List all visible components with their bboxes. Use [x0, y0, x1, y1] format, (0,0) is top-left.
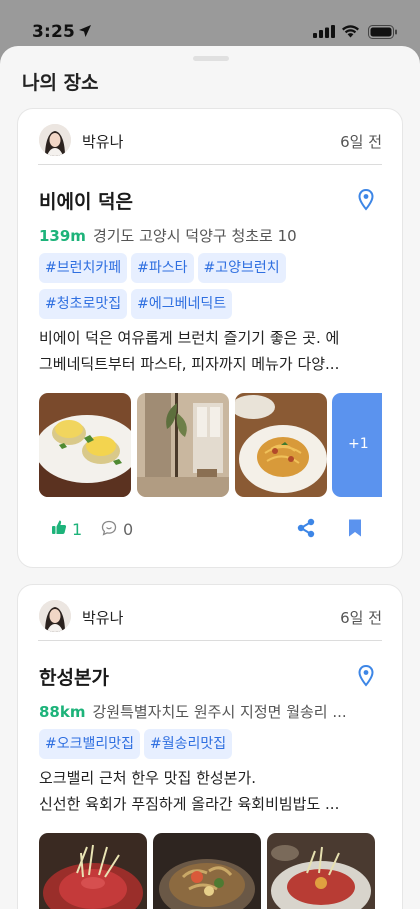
- distance: 88km: [39, 703, 86, 721]
- side-dish-photo[interactable]: [267, 833, 375, 909]
- bookmark-icon[interactable]: [347, 518, 363, 538]
- description-line: 비에이 덕은 여유롭게 브런치 즐기기 좋은 곳. 에: [39, 329, 340, 347]
- description-line: 신선한 육회가 푸짐하게 올라간 육회비빔밥도 ...: [39, 795, 340, 813]
- tag-chip[interactable]: #파스타: [131, 253, 194, 283]
- description-line: 그베네딕트부터 파스타, 피자까지 메뉴가 다양...: [39, 355, 340, 373]
- post-actions: 1 0: [39, 515, 382, 545]
- place-name[interactable]: 비에이 덕은: [39, 187, 133, 214]
- thumbs-up-icon[interactable]: [51, 519, 67, 535]
- distance-address-row: 139m 경기도 고양시 덕양구 청초로 10: [39, 225, 384, 246]
- interior-photo[interactable]: [137, 393, 229, 497]
- avatar[interactable]: [39, 600, 71, 632]
- status-bar: 3:25: [0, 0, 420, 46]
- address: 강원특별자치도 원주시 지정면 월송리 ...: [92, 703, 347, 721]
- tag-chip[interactable]: #브런치카페: [39, 253, 128, 283]
- tag-list: #브런치카페 #파스타 #고양브런치 #청초로맛집 #에그베네딕트: [39, 253, 384, 325]
- distance: 139m: [39, 227, 86, 245]
- bibimbap-photo[interactable]: [153, 833, 261, 909]
- tag-chip[interactable]: #월송리맛집: [144, 729, 233, 759]
- food-photo[interactable]: [39, 833, 147, 909]
- post-time: 6일 전: [340, 609, 382, 627]
- tag-chip[interactable]: #청초로맛집: [39, 289, 128, 319]
- share-icon[interactable]: [296, 518, 316, 538]
- battery-icon: [368, 25, 397, 39]
- comment-count: 0: [123, 520, 134, 539]
- food-photo[interactable]: [39, 393, 131, 497]
- like-count: 1: [72, 520, 83, 539]
- tag-chip[interactable]: #오크밸리맛집: [39, 729, 141, 759]
- tag-chip[interactable]: #고양브런치: [197, 253, 286, 283]
- author-name[interactable]: 박유나: [82, 607, 123, 628]
- tag-list: #오크밸리맛집 #월송리맛집: [39, 729, 384, 765]
- tag-chip[interactable]: #에그베네딕트: [131, 289, 233, 319]
- map-pin-icon[interactable]: [358, 665, 374, 687]
- photo-strip: +1: [39, 393, 382, 497]
- status-time: 3:25: [32, 22, 76, 42]
- post-description[interactable]: 오크밸리 근처 한우 맛집 한성본가. 신선한 육회가 푸짐하게 올라간 육회비…: [39, 765, 384, 817]
- map-pin-icon[interactable]: [358, 189, 374, 211]
- sheet-grabber[interactable]: [193, 56, 229, 61]
- wifi-icon: [342, 25, 359, 38]
- my-places-sheet: 나의 장소 박유나 6일 전 비에이 덕은 139m 경기도 고양시 덕양구 청초…: [0, 46, 420, 909]
- author-name[interactable]: 박유나: [82, 131, 123, 152]
- sheet-title: 나의 장소: [22, 72, 99, 94]
- distance-address-row: 88km 강원특별자치도 원주시 지정면 월송리 ...: [39, 701, 384, 722]
- photo-strip: [39, 833, 382, 909]
- post-description[interactable]: 비에이 덕은 여유롭게 브런치 즐기기 좋은 곳. 에 그베네딕트부터 파스타,…: [39, 325, 384, 377]
- comment-icon[interactable]: [101, 520, 117, 536]
- post-header: 박유나 6일 전: [38, 121, 382, 165]
- more-photos-count: +1: [348, 436, 369, 452]
- location-arrow-icon: [79, 25, 91, 37]
- pasta-photo[interactable]: [235, 393, 327, 497]
- place-post-card[interactable]: 박유나 6일 전 한성본가 88km 강원특별자치도 원주시 지정면 월송리 ..…: [17, 584, 403, 909]
- post-header: 박유나 6일 전: [38, 597, 382, 641]
- cellular-signal-icon: [313, 25, 335, 38]
- place-name[interactable]: 한성본가: [39, 663, 109, 690]
- description-line: 오크밸리 근처 한우 맛집 한성본가.: [39, 769, 257, 787]
- more-photos-tile[interactable]: +1: [332, 393, 382, 497]
- avatar[interactable]: [39, 124, 71, 156]
- address: 경기도 고양시 덕양구 청초로 10: [92, 227, 297, 245]
- post-time: 6일 전: [340, 133, 382, 151]
- place-post-card[interactable]: 박유나 6일 전 비에이 덕은 139m 경기도 고양시 덕양구 청초로 10 #…: [17, 108, 403, 568]
